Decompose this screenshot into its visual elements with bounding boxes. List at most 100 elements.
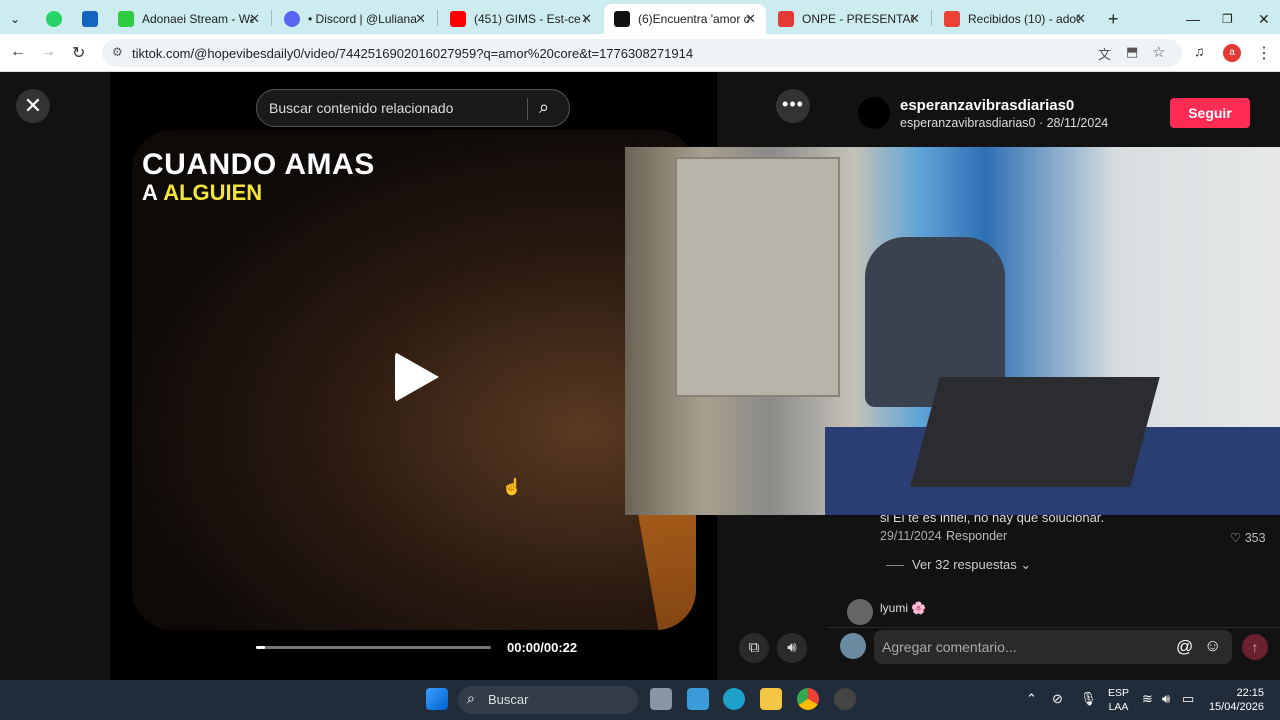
view-replies-label: Ver 32 respuestas <box>912 557 1017 572</box>
install-icon[interactable]: ⬒ <box>1126 44 1138 60</box>
follow-button[interactable]: Seguir <box>1170 98 1250 128</box>
tab-title: Adonaei Stream - Watch <box>142 12 254 26</box>
tab-title: ONPE - PRESENTACIÓN <box>802 12 914 26</box>
tab-tiktok-active[interactable]: (6)Encuentra 'amor core✕ <box>604 4 766 34</box>
tab-title: Recibidos (10) - ado01 <box>968 12 1080 26</box>
related-search-box: ⌕ <box>256 89 570 127</box>
youtube-icon <box>450 11 466 27</box>
translate-icon[interactable]: 文 <box>1098 44 1111 63</box>
tab-whatsapp[interactable] <box>36 4 70 34</box>
media-control-icon[interactable]: ♫ <box>1194 43 1205 59</box>
close-icon[interactable]: ✕ <box>1075 11 1086 27</box>
menu-icon[interactable]: ⋮ <box>1256 43 1272 63</box>
video-progress-bar[interactable] <box>256 646 491 649</box>
chevron-up-icon[interactable]: ⌃ <box>1026 691 1037 707</box>
floating-player-button[interactable]: ⧉ <box>739 633 769 663</box>
tiktok-icon <box>614 11 630 27</box>
close-window-button[interactable]: ✕ <box>1248 4 1280 34</box>
mention-icon[interactable]: @ <box>1176 637 1193 657</box>
video-caption-line1: CUANDO AMAS <box>142 148 375 181</box>
send-button[interactable]: ↑ <box>1242 634 1268 660</box>
webcam-scene-detail <box>675 157 840 397</box>
comment-likes[interactable]: ♡ 353 <box>1230 530 1266 545</box>
language-indicator[interactable]: ESP LAA <box>1108 686 1129 714</box>
lang-code: ESP <box>1108 687 1130 699</box>
microphone-icon[interactable]: 🎙︎ <box>1080 691 1097 707</box>
tab-title: • Discord | @Luliana <box>308 12 417 26</box>
related-search-input[interactable] <box>269 98 519 118</box>
close-icon[interactable]: ✕ <box>909 11 920 27</box>
video-caption-line2: A ALGUIEN <box>142 180 262 206</box>
site-info-icon[interactable]: ⚙ <box>112 45 123 59</box>
volume-button[interactable]: 🔊︎ <box>777 633 807 663</box>
discord-icon <box>284 11 300 27</box>
url-text: tiktok.com/@hopevibesdaily0/video/744251… <box>132 46 694 61</box>
close-icon[interactable]: ✕ <box>249 11 260 27</box>
clock-date: 15/04/2026 <box>1208 701 1264 713</box>
close-icon[interactable]: ✕ <box>415 11 426 27</box>
caption-highlight: ALGUIEN <box>163 180 263 205</box>
minimize-button[interactable]: — <box>1176 4 1210 34</box>
more-options-button[interactable]: ••• <box>776 89 810 123</box>
app-icon[interactable] <box>687 688 709 710</box>
taskbar-search[interactable]: ⌕ Buscar <box>458 686 638 714</box>
author-subline: esperanzavibrasdiarias0 · 28/11/2024 <box>900 116 1109 130</box>
maximize-button[interactable]: ❐ <box>1212 4 1243 34</box>
url-bar[interactable]: ⚙ tiktok.com/@hopevibesdaily0/video/7442… <box>102 39 1182 67</box>
plus-icon: + <box>1108 8 1119 29</box>
app-tray-icon[interactable]: ⊘ <box>1052 691 1063 707</box>
reload-button[interactable]: ↻ <box>72 43 85 63</box>
chrome-icon[interactable] <box>797 688 819 710</box>
profile-avatar[interactable]: a <box>1223 44 1241 62</box>
windows-taskbar: ⌕ Buscar ⌃ ⊘ 🎙︎ ESP LAA ≋ 🔊︎ ▭ 22:15 15/04/… <box>0 680 1280 720</box>
task-view-icon[interactable] <box>650 688 672 710</box>
wifi-icon[interactable]: ≋ <box>1142 691 1153 707</box>
tab-search-button[interactable]: ⌄ <box>4 4 34 34</box>
obs-icon[interactable] <box>834 688 856 710</box>
search-icon: ⌕ <box>467 690 475 706</box>
windows-start-icon[interactable] <box>426 688 448 710</box>
new-tab-button[interactable]: + <box>1098 4 1124 34</box>
view-replies-button[interactable]: Ver 32 respuestas ⌄ <box>886 557 1031 573</box>
caption-text: A <box>142 180 164 205</box>
avatar[interactable] <box>847 599 873 625</box>
comment-date: 29/11/2024 <box>880 529 942 543</box>
reply-button[interactable]: Responder <box>946 529 1007 543</box>
tab-adonaei[interactable]: Adonaei Stream - Watch✕ <box>108 4 270 34</box>
taskbar-clock[interactable]: 22:15 15/04/2026 <box>1208 686 1264 714</box>
tiktok-page: CUANDO AMAS A ALGUIEN ✕ ⌕ ••• 00:00/00:2… <box>0 72 1280 680</box>
app-icon <box>82 11 98 27</box>
back-button[interactable]: ← <box>10 43 26 61</box>
tab-gmail[interactable]: Recibidos (10) - ado01 ✕ <box>934 4 1096 34</box>
close-icon[interactable]: ✕ <box>581 11 592 27</box>
tab-title: (6)Encuentra 'amor core <box>638 12 750 26</box>
close-icon[interactable]: ✕ <box>745 11 756 27</box>
star-icon[interactable]: ☆ <box>1152 43 1165 61</box>
webcam-scene-detail <box>910 377 1160 487</box>
play-icon[interactable] <box>395 352 439 402</box>
address-bar-row: ← → ↻ ⚙ tiktok.com/@hopevibesdaily0/vide… <box>0 34 1280 72</box>
folder-icon[interactable] <box>760 688 782 710</box>
document-icon <box>778 11 794 27</box>
gmail-icon <box>944 11 960 27</box>
tab-youtube[interactable]: (451) GIMS - Est-ce que✕ <box>440 4 602 34</box>
tab-pinned-2[interactable] <box>72 4 106 34</box>
edge-icon[interactable] <box>723 688 745 710</box>
search-icon[interactable]: ⌕ <box>539 97 549 118</box>
battery-icon[interactable]: ▭ <box>1182 691 1194 707</box>
lang-layout: LAA <box>1108 701 1129 713</box>
author-username[interactable]: esperanzavibrasdiarias0 <box>900 97 1074 114</box>
whatsapp-icon <box>46 11 62 27</box>
progress-fill <box>256 646 266 649</box>
close-button[interactable]: ✕ <box>16 89 50 123</box>
tab-discord[interactable]: • Discord | @Luliana ✕ <box>274 4 436 34</box>
speaker-icon[interactable]: 🔊︎ <box>1162 691 1170 707</box>
comment-username[interactable]: lyumi 🌸 <box>880 601 926 615</box>
emoji-icon[interactable]: ☺ <box>1204 636 1221 656</box>
webcam-overlay <box>625 147 1280 515</box>
forward-button[interactable]: → <box>40 43 56 61</box>
like-count: 353 <box>1244 531 1266 545</box>
tab-onpe[interactable]: ONPE - PRESENTACIÓN✕ <box>768 4 930 34</box>
avatar[interactable] <box>858 97 890 129</box>
avatar <box>840 633 866 659</box>
